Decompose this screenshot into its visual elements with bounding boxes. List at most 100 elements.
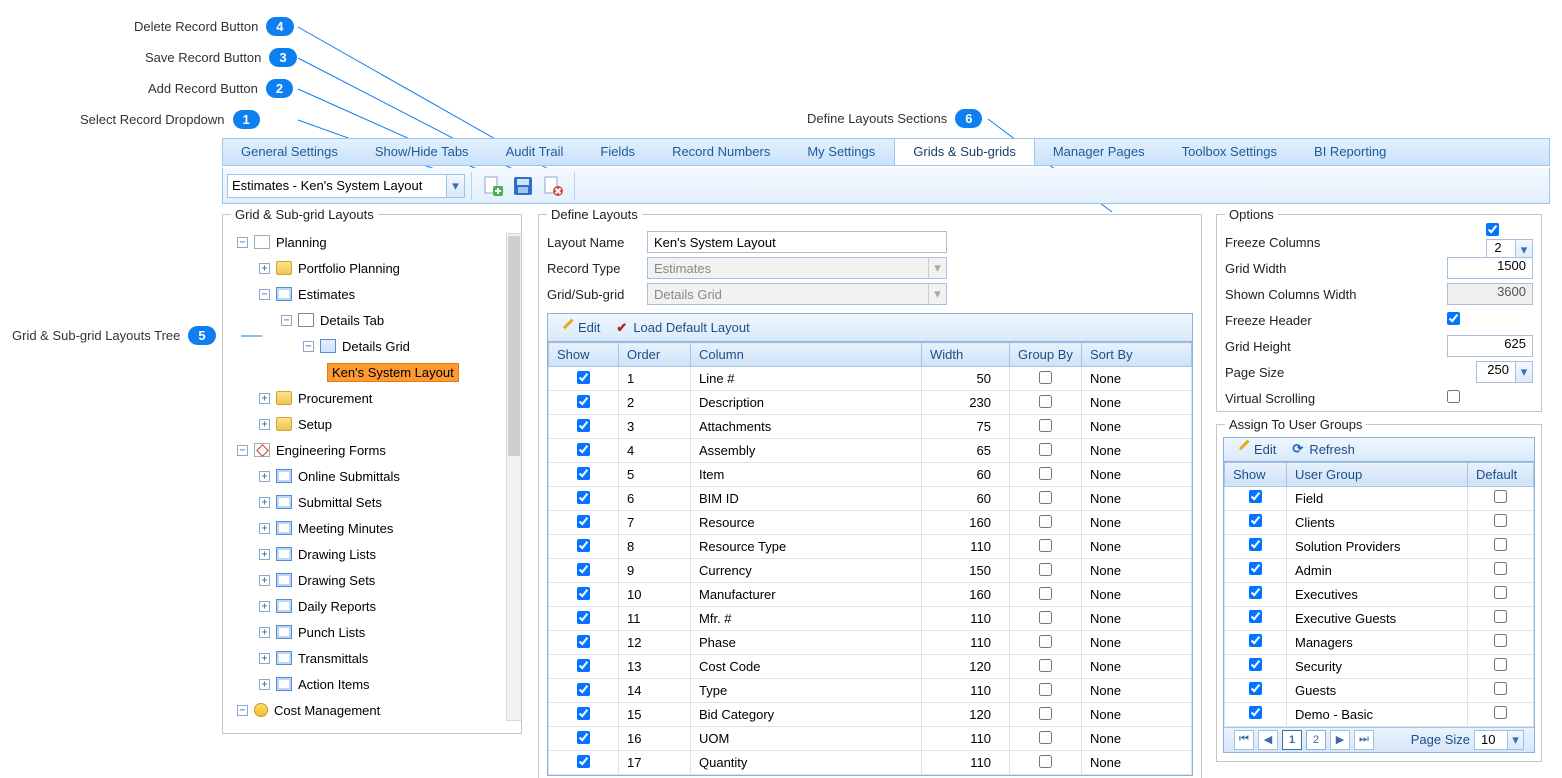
columns-row[interactable]: 3Attachments75None — [549, 415, 1192, 439]
groupby-checkbox[interactable] — [1039, 491, 1052, 504]
user-group-row[interactable]: Clients — [1225, 510, 1534, 534]
user-groups-refresh-button[interactable]: ⟳Refresh — [1292, 441, 1354, 457]
user-group-row[interactable]: Solution Providers — [1225, 534, 1534, 558]
tree-node-drawing-lists[interactable]: +Drawing Lists — [259, 541, 513, 567]
ug-default-checkbox[interactable] — [1494, 658, 1507, 671]
ug-default-header[interactable]: Default — [1468, 462, 1534, 486]
ug-show-checkbox[interactable] — [1249, 490, 1262, 503]
collapse-icon[interactable]: − — [237, 445, 248, 456]
show-checkbox[interactable] — [577, 611, 590, 624]
pager-first-button[interactable]: ⏮ — [1234, 730, 1254, 750]
tree-node-action-items[interactable]: +Action Items — [259, 671, 513, 697]
freeze-header-checkbox[interactable] — [1447, 312, 1460, 325]
tab-manager-pages[interactable]: Manager Pages — [1035, 139, 1164, 165]
groupby-checkbox[interactable] — [1039, 755, 1052, 768]
columns-row[interactable]: 9Currency150None — [549, 559, 1192, 583]
user-groups-edit-button[interactable]: Edit — [1234, 442, 1276, 457]
ug-show-checkbox[interactable] — [1249, 514, 1262, 527]
load-default-layout-button[interactable]: ✔Load Default Layout — [616, 320, 749, 336]
user-group-row[interactable]: Guests — [1225, 678, 1534, 702]
grid-height-input[interactable]: 625 — [1447, 335, 1533, 357]
expand-icon[interactable]: + — [259, 549, 270, 560]
chevron-down-icon[interactable]: ▾ — [1515, 361, 1533, 383]
groupby-checkbox[interactable] — [1039, 563, 1052, 576]
show-checkbox[interactable] — [577, 755, 590, 768]
columns-row[interactable]: 7Resource160None — [549, 511, 1192, 535]
columns-row[interactable]: 11Mfr. #110None — [549, 607, 1192, 631]
collapse-icon[interactable]: − — [281, 315, 292, 326]
user-group-row[interactable]: Security — [1225, 654, 1534, 678]
user-group-row[interactable]: Managers — [1225, 630, 1534, 654]
page-size-input[interactable]: 250 — [1476, 361, 1516, 383]
tab-toolbox-settings[interactable]: Toolbox Settings — [1164, 139, 1296, 165]
ug-show-header[interactable]: Show — [1225, 462, 1287, 486]
ug-show-checkbox[interactable] — [1249, 658, 1262, 671]
ug-show-checkbox[interactable] — [1249, 682, 1262, 695]
show-checkbox[interactable] — [577, 683, 590, 696]
tree-node-procurement[interactable]: +Procurement — [259, 385, 513, 411]
groupby-checkbox[interactable] — [1039, 539, 1052, 552]
col-groupby-header[interactable]: Group By — [1010, 343, 1082, 367]
show-checkbox[interactable] — [577, 515, 590, 528]
tab-bi-reporting[interactable]: BI Reporting — [1296, 139, 1405, 165]
expand-icon[interactable]: + — [259, 679, 270, 690]
col-width-header[interactable]: Width — [922, 343, 1010, 367]
grid-width-input[interactable]: 1500 — [1447, 257, 1533, 279]
user-group-row[interactable]: Demo - Basic — [1225, 702, 1534, 726]
ug-name-header[interactable]: User Group — [1287, 462, 1468, 486]
show-checkbox[interactable] — [577, 707, 590, 720]
save-record-button[interactable] — [508, 171, 538, 201]
groupby-checkbox[interactable] — [1039, 611, 1052, 624]
groupby-checkbox[interactable] — [1039, 731, 1052, 744]
layouts-tree[interactable]: −Planning +Portfolio Planning −Estimates… — [223, 215, 521, 725]
columns-row[interactable]: 15Bid Category120None — [549, 703, 1192, 727]
ug-default-checkbox[interactable] — [1494, 634, 1507, 647]
tab-grids-sub-grids[interactable]: Grids & Sub-grids — [894, 139, 1035, 165]
tab-audit-trail[interactable]: Audit Trail — [488, 139, 583, 165]
show-checkbox[interactable] — [577, 635, 590, 648]
freeze-columns-checkbox[interactable] — [1486, 223, 1499, 236]
user-group-row[interactable]: Field — [1225, 486, 1534, 510]
layout-name-input[interactable]: Ken's System Layout — [647, 231, 947, 253]
columns-row[interactable]: 12Phase110None — [549, 631, 1192, 655]
columns-row[interactable]: 5Item60None — [549, 463, 1192, 487]
tree-node-portfolio[interactable]: +Portfolio Planning — [259, 255, 513, 281]
groupby-checkbox[interactable] — [1039, 371, 1052, 384]
tree-scrollbar[interactable] — [506, 233, 521, 721]
user-group-row[interactable]: Executives — [1225, 582, 1534, 606]
groupby-checkbox[interactable] — [1039, 443, 1052, 456]
pager-page-1[interactable]: 1 — [1282, 730, 1302, 750]
pager-prev-button[interactable]: ◀ — [1258, 730, 1278, 750]
show-checkbox[interactable] — [577, 443, 590, 456]
columns-row[interactable]: 14Type110None — [549, 679, 1192, 703]
show-checkbox[interactable] — [577, 731, 590, 744]
collapse-icon[interactable]: − — [259, 289, 270, 300]
expand-icon[interactable]: + — [259, 653, 270, 664]
virtual-scrolling-checkbox[interactable] — [1447, 390, 1460, 403]
user-group-row[interactable]: Admin — [1225, 558, 1534, 582]
expand-icon[interactable]: + — [259, 419, 270, 430]
pager-last-button[interactable]: ⏭ — [1354, 730, 1374, 750]
tree-node-details-tab[interactable]: −Details Tab — [281, 307, 513, 333]
show-checkbox[interactable] — [577, 467, 590, 480]
expand-icon[interactable]: + — [259, 575, 270, 586]
columns-row[interactable]: 6BIM ID60None — [549, 487, 1192, 511]
ug-default-checkbox[interactable] — [1494, 538, 1507, 551]
expand-icon[interactable]: + — [259, 497, 270, 508]
tree-node-kens-layout[interactable]: Ken's System Layout — [327, 359, 513, 385]
columns-row[interactable]: 17Quantity110None — [549, 751, 1192, 775]
show-checkbox[interactable] — [577, 395, 590, 408]
ug-show-checkbox[interactable] — [1249, 538, 1262, 551]
grid-subgrid-dropdown[interactable]: Details Grid▾ — [647, 283, 947, 305]
groupby-checkbox[interactable] — [1039, 587, 1052, 600]
groupby-checkbox[interactable] — [1039, 683, 1052, 696]
ug-show-checkbox[interactable] — [1249, 586, 1262, 599]
show-checkbox[interactable] — [577, 539, 590, 552]
tree-node-setup[interactable]: +Setup — [259, 411, 513, 437]
delete-record-button[interactable] — [538, 171, 568, 201]
user-group-row[interactable]: Executive Guests — [1225, 606, 1534, 630]
expand-icon[interactable]: + — [259, 523, 270, 534]
columns-row[interactable]: 16UOM110None — [549, 727, 1192, 751]
tree-node-transmittals[interactable]: +Transmittals — [259, 645, 513, 671]
tree-node-online-submittals[interactable]: +Online Submittals — [259, 463, 513, 489]
